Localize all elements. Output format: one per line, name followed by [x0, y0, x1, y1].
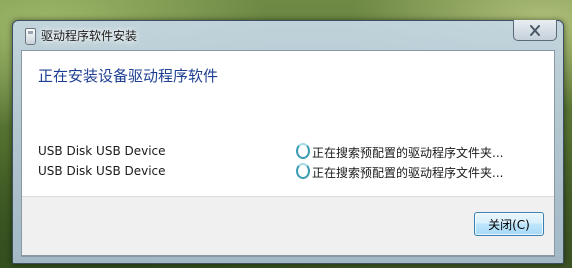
device-name: USB Disk USB Device — [38, 144, 166, 158]
page-title: 正在安装设备驱动程序软件 — [38, 67, 219, 85]
window-title: 驱动程序软件安装 — [41, 29, 138, 43]
driver-install-dialog: 驱动程序软件安装 正在安装设备驱动程序软件 USB Disk USB Devic… — [12, 20, 564, 264]
close-icon — [529, 24, 541, 36]
driver-install-icon — [25, 28, 36, 45]
device-status: 正在搜索预配置的驱动程序文件夹... — [312, 166, 504, 180]
dialog-footer: 关闭(C) — [21, 196, 555, 256]
device-status: 正在搜索预配置的驱动程序文件夹... — [312, 146, 504, 160]
spinner-icon — [296, 163, 310, 179]
title-bar[interactable]: 驱动程序软件安装 — [13, 20, 563, 49]
spinner-icon — [296, 143, 310, 159]
title-close-button[interactable] — [513, 20, 557, 41]
close-button[interactable]: 关闭(C) — [474, 212, 544, 236]
device-row: USB Disk USB Device 正在搜索预配置的驱动程序文件夹... — [38, 142, 538, 160]
footer-divider — [22, 196, 554, 197]
device-name: USB Disk USB Device — [38, 164, 166, 178]
device-row: USB Disk USB Device 正在搜索预配置的驱动程序文件夹... — [38, 162, 538, 180]
